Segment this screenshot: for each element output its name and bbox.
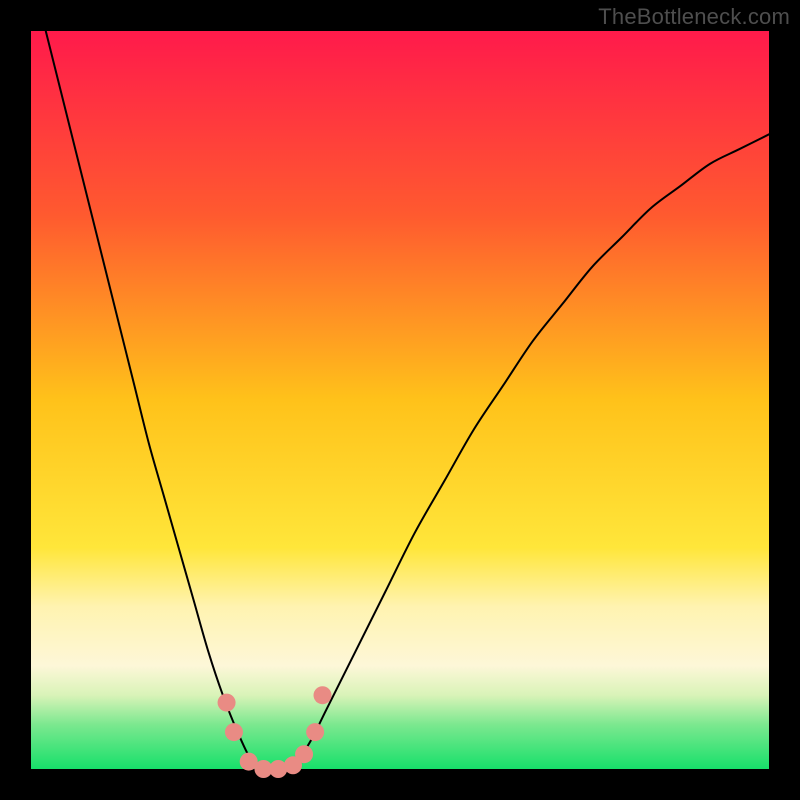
marker-point — [218, 694, 236, 712]
chart-frame: TheBottleneck.com — [0, 0, 800, 800]
plot-background — [31, 31, 769, 769]
marker-point — [295, 745, 313, 763]
marker-point — [314, 686, 332, 704]
bottleneck-chart — [0, 0, 800, 800]
marker-point — [306, 723, 324, 741]
marker-point — [225, 723, 243, 741]
